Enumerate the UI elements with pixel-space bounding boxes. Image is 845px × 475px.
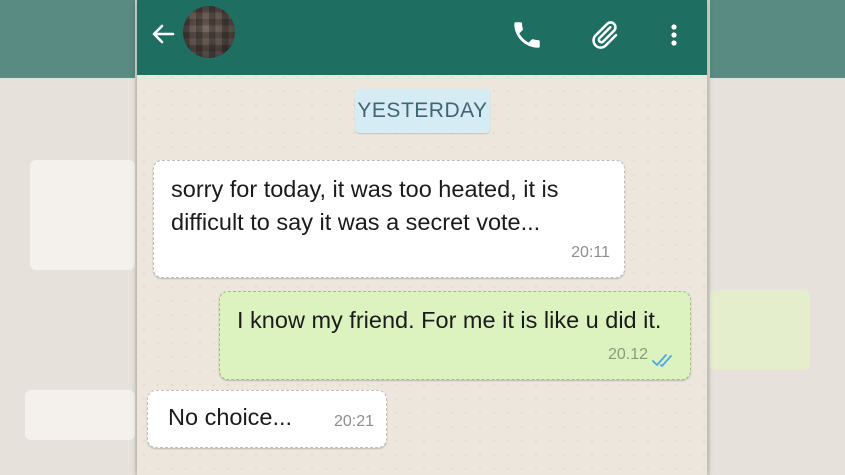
blurred-bubble	[30, 160, 135, 270]
back-arrow-icon[interactable]	[147, 18, 179, 50]
incoming-message[interactable]: sorry for today, it was too heated, it i…	[153, 160, 625, 278]
blurred-right-panel	[710, 0, 845, 475]
phone-icon[interactable]	[510, 18, 544, 52]
date-divider: YESTERDAY	[355, 89, 490, 133]
message-time: 20:11	[571, 244, 610, 261]
blurred-appbar	[710, 0, 845, 78]
more-vert-icon[interactable]	[662, 18, 686, 52]
message-time: 20.12	[607, 346, 648, 363]
blurred-bubble	[710, 290, 810, 370]
incoming-message[interactable]: No choice... 20:21	[147, 390, 387, 448]
blurred-bubble	[25, 390, 135, 440]
avatar[interactable]	[183, 6, 235, 58]
double-check-icon	[652, 354, 672, 367]
message-text: sorry for today, it was too heated, it i…	[171, 176, 559, 235]
outgoing-message[interactable]: I know my friend. For me it is like u di…	[219, 291, 691, 380]
blurred-left-panel	[0, 0, 135, 475]
chat-screen: YESTERDAY sorry for today, it was too he…	[137, 0, 707, 475]
chat-header	[137, 0, 707, 75]
blurred-appbar	[0, 0, 135, 78]
message-time: 20:21	[333, 413, 374, 430]
paperclip-icon[interactable]	[587, 18, 621, 52]
message-text: I know my friend. For me it is like u di…	[237, 307, 662, 333]
